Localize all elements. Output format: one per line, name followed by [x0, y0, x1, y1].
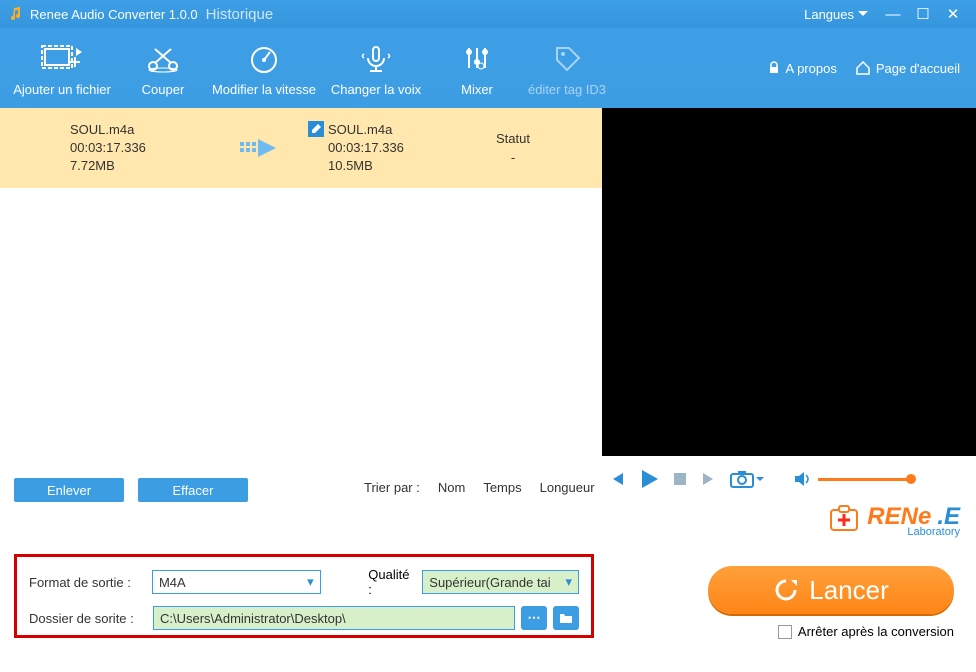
film-add-icon [40, 44, 84, 74]
remove-button[interactable]: Enlever [14, 478, 124, 502]
quality-value: Supérieur(Grande tai [429, 575, 550, 590]
stop-after-label: Arrêter après la conversion [798, 624, 954, 639]
next-button[interactable] [700, 470, 718, 488]
content: SOUL.m4a 00:03:17.336 7.72MB SOUL.m4a 00… [0, 108, 976, 456]
folder-label: Dossier de sorite : [29, 611, 147, 626]
dest-duration: 00:03:17.336 [328, 139, 404, 157]
mixer-icon [461, 44, 493, 74]
clear-button[interactable]: Effacer [138, 478, 248, 502]
folder-path[interactable]: C:\Users\Administrator\Desktop\ [153, 606, 515, 630]
titlebar: Renee Audio Converter 1.0.0 Historique L… [0, 0, 976, 28]
snapshot-button[interactable] [730, 470, 764, 488]
home-icon [855, 61, 871, 75]
aid-icon [827, 500, 861, 534]
dest-info: SOUL.m4a 00:03:17.336 10.5MB [308, 121, 458, 176]
volume-control[interactable] [794, 471, 912, 487]
stop-button[interactable] [672, 471, 688, 487]
speed-button[interactable]: Modifier la vitesse [208, 40, 320, 97]
status-value: - [478, 150, 548, 165]
cut-button[interactable]: Couper [118, 40, 208, 97]
add-file-button[interactable]: Ajouter un fichier [6, 40, 118, 97]
format-combo[interactable]: M4A ▾ [152, 570, 321, 594]
app-title: Renee Audio Converter 1.0.0 [30, 7, 198, 22]
list-actions: Enlever Effacer [14, 478, 248, 502]
launch-label: Lancer [809, 575, 889, 606]
prev-button[interactable] [608, 470, 626, 488]
chevron-down-icon: ▾ [565, 574, 572, 590]
speaker-icon [794, 471, 812, 487]
close-button[interactable]: ✕ [938, 5, 968, 23]
id3-button: éditer tag ID3 [522, 40, 612, 97]
quality-combo[interactable]: Supérieur(Grande tai ▾ [422, 570, 579, 594]
camera-icon [730, 470, 754, 488]
open-folder-button[interactable] [553, 606, 579, 630]
language-selector[interactable]: Langues [804, 7, 868, 22]
volume-track[interactable] [818, 478, 912, 481]
source-name: SOUL.m4a [70, 121, 220, 139]
mixer-label: Mixer [432, 82, 522, 97]
source-duration: 00:03:17.336 [70, 139, 220, 157]
about-link[interactable]: A propos [767, 61, 837, 76]
toolbar: Ajouter un fichier Couper Modifier la vi… [0, 28, 976, 108]
player-controls [608, 468, 912, 490]
refresh-icon [773, 577, 799, 603]
brand-lab: Laboratory [907, 526, 960, 538]
source-size: 7.72MB [70, 157, 220, 175]
file-list: SOUL.m4a 00:03:17.336 7.72MB SOUL.m4a 00… [0, 108, 602, 456]
app-icon [8, 6, 24, 22]
chevron-down-icon: ▾ [307, 574, 314, 590]
lock-icon [767, 61, 781, 75]
home-label: Page d'accueil [876, 61, 960, 76]
id3-label: éditer tag ID3 [522, 82, 612, 97]
gauge-icon [246, 44, 282, 74]
add-file-label: Ajouter un fichier [6, 82, 118, 97]
source-info: SOUL.m4a 00:03:17.336 7.72MB [70, 121, 220, 176]
dest-name: SOUL.m4a [328, 121, 404, 139]
launch-button[interactable]: Lancer [708, 566, 954, 614]
voice-label: Changer la voix [320, 82, 432, 97]
file-row[interactable]: SOUL.m4a 00:03:17.336 7.72MB SOUL.m4a 00… [0, 108, 602, 188]
play-button[interactable] [638, 468, 660, 490]
brand-logo: RENe.E Laboratory [827, 500, 960, 534]
format-value: M4A [159, 575, 186, 590]
sort-name[interactable]: Nom [438, 480, 465, 495]
chevron-down-icon [858, 11, 868, 17]
mixer-button[interactable]: Mixer [432, 40, 522, 97]
minimize-button[interactable]: — [878, 6, 908, 23]
tag-icon [551, 44, 583, 74]
sort-time[interactable]: Temps [483, 480, 521, 495]
about-label: A propos [786, 61, 837, 76]
sort-bar: Trier par : Nom Temps Longueur [364, 480, 595, 495]
browse-more-button[interactable]: ⋯ [521, 606, 547, 630]
speed-label: Modifier la vitesse [208, 82, 320, 97]
home-link[interactable]: Page d'accueil [855, 61, 960, 76]
language-label: Langues [804, 7, 854, 22]
status-col: Statut - [478, 131, 548, 165]
chevron-down-icon [756, 477, 764, 482]
maximize-button[interactable]: ☐ [908, 5, 938, 23]
sort-label: Trier par : [364, 480, 420, 495]
dest-size: 10.5MB [328, 157, 404, 175]
edit-icon[interactable] [308, 121, 324, 137]
status-header: Statut [478, 131, 548, 146]
arrow-icon [240, 136, 288, 160]
stop-after-check[interactable]: Arrêter après la conversion [778, 624, 954, 639]
volume-knob[interactable] [906, 474, 916, 484]
format-label: Format de sortie : [29, 575, 146, 590]
quality-label: Qualité : [368, 567, 416, 597]
folder-value: C:\Users\Administrator\Desktop\ [160, 611, 346, 626]
sort-length[interactable]: Longueur [540, 480, 595, 495]
scissors-icon [145, 44, 181, 74]
history-link[interactable]: Historique [206, 6, 274, 23]
mic-icon [358, 44, 394, 74]
voice-button[interactable]: Changer la voix [320, 40, 432, 97]
preview-pane [602, 108, 976, 456]
checkbox-icon[interactable] [778, 625, 792, 639]
folder-icon [559, 612, 573, 624]
output-settings: Format de sortie : M4A ▾ Qualité : Supéri… [14, 554, 594, 638]
cut-label: Couper [118, 82, 208, 97]
